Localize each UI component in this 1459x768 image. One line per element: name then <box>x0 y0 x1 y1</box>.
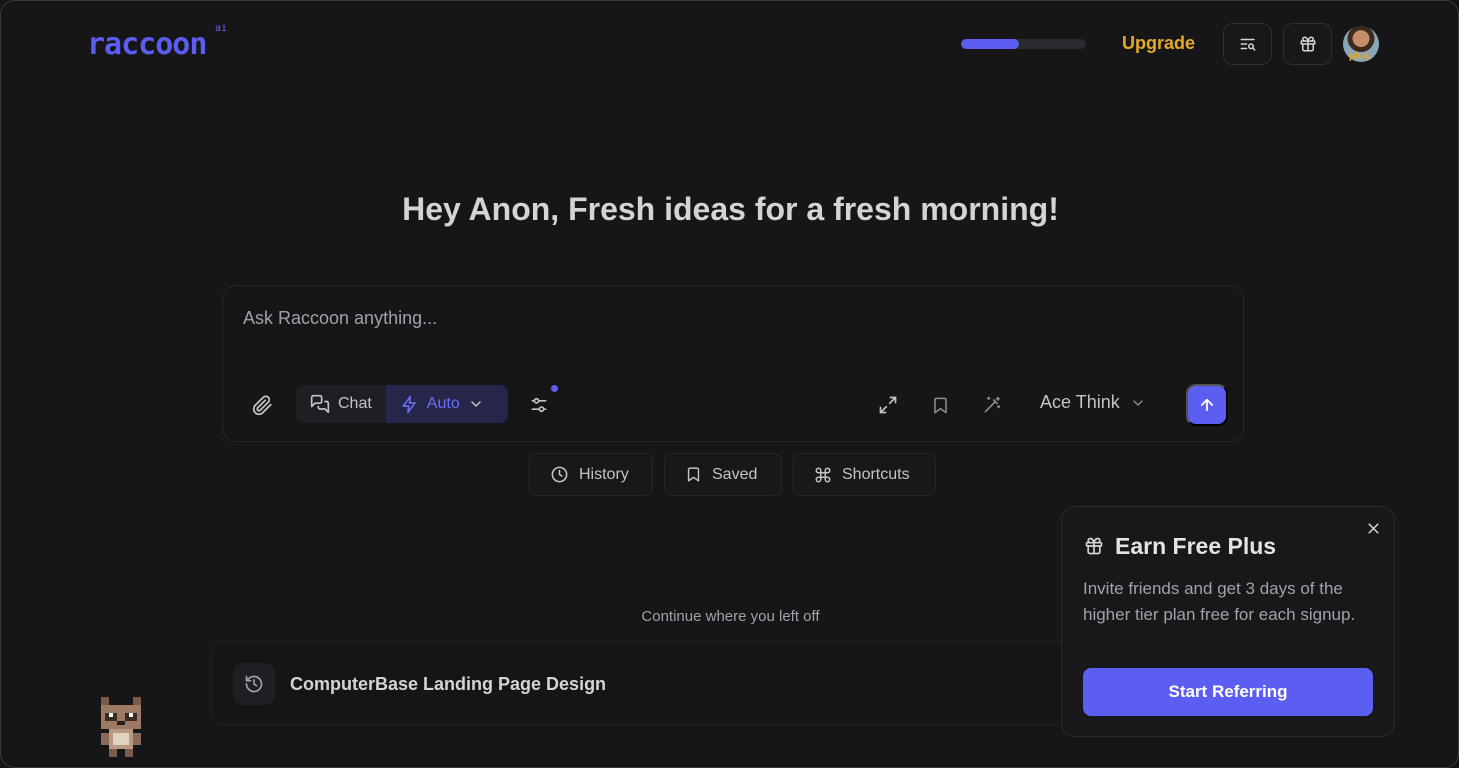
mode-toggle: Chat Auto <box>296 385 508 423</box>
start-referring-button[interactable]: Start Referring <box>1083 668 1373 716</box>
upgrade-link[interactable]: Upgrade <box>1122 33 1195 54</box>
list-search-icon <box>1240 38 1255 51</box>
paperclip-icon <box>252 394 272 415</box>
mode-chat-button[interactable]: Chat <box>296 385 386 423</box>
mode-auto-label: Auto <box>426 395 460 412</box>
clock-icon <box>551 466 568 483</box>
recent-history-badge <box>233 663 275 705</box>
prompt-composer: Chat Auto <box>222 285 1244 442</box>
arrow-up-icon <box>1200 398 1214 412</box>
app-window: raccoon ai Upgrade plus Hey Anon, Fresh … <box>0 0 1459 768</box>
gift-button[interactable] <box>1283 23 1332 65</box>
command-icon <box>815 467 831 482</box>
notification-dot <box>551 385 558 392</box>
plan-badge: plus <box>1349 51 1370 62</box>
gift-icon <box>1085 537 1103 555</box>
recent-session-card[interactable]: ComputerBase Landing Page Design <box>211 641 1071 725</box>
history-chip-label: History <box>579 465 629 483</box>
attach-button[interactable] <box>246 389 278 421</box>
recent-session-title: ComputerBase Landing Page Design <box>290 674 607 694</box>
popup-close-button[interactable] <box>1363 518 1383 538</box>
save-prompt-button[interactable] <box>924 389 956 421</box>
popup-body: Invite friends and get 3 days of the hig… <box>1083 579 1356 624</box>
mode-auto-dropdown[interactable]: Auto <box>385 385 508 423</box>
shortcuts-chip[interactable]: Shortcuts <box>793 453 936 496</box>
usage-progress-fill <box>961 39 1019 49</box>
lightning-icon <box>402 395 416 413</box>
send-button[interactable] <box>1186 384 1228 426</box>
logo-text: raccoon <box>87 27 207 62</box>
model-selector[interactable]: Ace Think <box>1040 392 1146 413</box>
saved-chip-label: Saved <box>712 465 758 483</box>
history-chip[interactable]: History <box>529 453 653 496</box>
raccoon-mascot-icon[interactable] <box>89 693 157 761</box>
gift-icon <box>1300 36 1315 52</box>
close-icon <box>1367 522 1379 534</box>
sliders-icon <box>531 397 547 413</box>
logo-superscript: ai <box>215 23 228 34</box>
popup-title: Earn Free Plus <box>1115 533 1277 559</box>
shortcuts-chip-label: Shortcuts <box>842 465 910 483</box>
chevron-down-icon <box>1133 399 1143 406</box>
bookmark-icon <box>687 467 700 482</box>
settings-sliders-button[interactable] <box>523 389 555 421</box>
expand-icon <box>879 396 897 414</box>
mode-chat-label: Chat <box>338 395 372 412</box>
history-icon <box>245 675 263 693</box>
bookmark-icon <box>933 397 947 413</box>
chevron-down-icon <box>470 401 481 408</box>
earn-plus-popup: Earn Free Plus Invite friends and get 3 … <box>1061 506 1395 737</box>
search-history-button[interactable] <box>1223 23 1272 65</box>
raccoon-logo[interactable]: raccoon ai <box>87 23 227 62</box>
model-label: Ace Think <box>1040 392 1120 412</box>
chat-bubbles-icon <box>310 394 330 414</box>
enhance-prompt-button[interactable] <box>976 389 1008 421</box>
greeting-heading: Hey Anon, Fresh ideas for a fresh mornin… <box>402 191 1059 227</box>
prompt-input[interactable] <box>243 308 1143 329</box>
saved-chip[interactable]: Saved <box>664 453 782 496</box>
magic-wand-icon <box>984 396 1001 413</box>
usage-progress-bar <box>961 39 1086 49</box>
expand-button[interactable] <box>872 389 904 421</box>
